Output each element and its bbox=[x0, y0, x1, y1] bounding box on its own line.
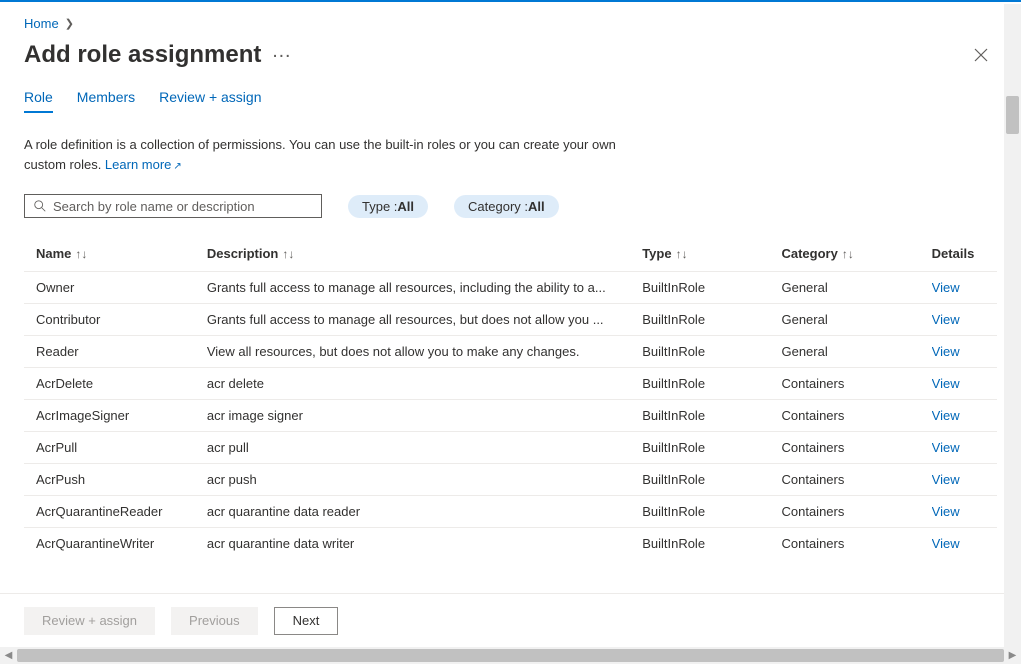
next-button[interactable]: Next bbox=[274, 607, 339, 635]
cell-type: BuiltInRole bbox=[642, 368, 781, 400]
review-assign-button[interactable]: Review + assign bbox=[24, 607, 155, 635]
scrollbar-thumb[interactable] bbox=[1006, 96, 1019, 134]
column-header-type[interactable]: Type↑↓ bbox=[642, 236, 781, 272]
cell-name: Contributor bbox=[24, 304, 207, 336]
cell-category: Containers bbox=[781, 400, 931, 432]
tab-members[interactable]: Members bbox=[77, 89, 135, 113]
scroll-right-icon[interactable]: ▶ bbox=[1004, 650, 1021, 661]
search-input-wrapper[interactable] bbox=[24, 194, 322, 218]
cell-type: BuiltInRole bbox=[642, 432, 781, 464]
cell-description: acr quarantine data reader bbox=[207, 496, 642, 528]
close-button[interactable] bbox=[965, 39, 997, 71]
cell-name: Reader bbox=[24, 336, 207, 368]
cell-name: AcrPull bbox=[24, 432, 207, 464]
scrollbar-vertical[interactable] bbox=[1004, 4, 1021, 647]
cell-name: Owner bbox=[24, 272, 207, 304]
filter-category[interactable]: Category : All bbox=[454, 195, 559, 218]
table-row[interactable]: Reader View all resources, but does not … bbox=[24, 336, 997, 368]
sort-icon: ↑↓ bbox=[842, 247, 854, 261]
cell-description: View all resources, but does not allow y… bbox=[207, 336, 642, 368]
cell-category: General bbox=[781, 304, 931, 336]
cell-description: Grants full access to manage all resourc… bbox=[207, 304, 642, 336]
sort-icon: ↑↓ bbox=[282, 247, 294, 261]
cell-category: Containers bbox=[781, 464, 931, 496]
roles-table: Name↑↓ Description↑↓ Type↑↓ Category↑↓ D… bbox=[24, 236, 997, 559]
table-row[interactable]: AcrQuarantineReader acr quarantine data … bbox=[24, 496, 997, 528]
table-row[interactable]: AcrDelete acr delete BuiltInRole Contain… bbox=[24, 368, 997, 400]
scrollbar-thumb[interactable] bbox=[17, 649, 1004, 662]
cell-type: BuiltInRole bbox=[642, 400, 781, 432]
cell-category: Containers bbox=[781, 496, 931, 528]
cell-name: AcrDelete bbox=[24, 368, 207, 400]
cell-type: BuiltInRole bbox=[642, 272, 781, 304]
cell-category: Containers bbox=[781, 432, 931, 464]
table-row[interactable]: AcrQuarantineWriter acr quarantine data … bbox=[24, 528, 997, 560]
search-input[interactable] bbox=[53, 199, 313, 214]
cell-name: AcrQuarantineWriter bbox=[24, 528, 207, 560]
view-link[interactable]: View bbox=[932, 376, 960, 391]
cell-type: BuiltInRole bbox=[642, 336, 781, 368]
breadcrumb: Home ❯ bbox=[24, 16, 997, 31]
cell-category: General bbox=[781, 336, 931, 368]
chevron-right-icon: ❯ bbox=[65, 17, 74, 30]
close-icon bbox=[974, 48, 988, 62]
view-link[interactable]: View bbox=[932, 312, 960, 327]
cell-description: acr pull bbox=[207, 432, 642, 464]
table-row[interactable]: AcrPull acr pull BuiltInRole Containers … bbox=[24, 432, 997, 464]
search-icon bbox=[33, 199, 47, 213]
external-link-icon: ↗ bbox=[173, 161, 181, 172]
view-link[interactable]: View bbox=[932, 472, 960, 487]
role-description-text: A role definition is a collection of per… bbox=[24, 135, 644, 174]
view-link[interactable]: View bbox=[932, 504, 960, 519]
view-link[interactable]: View bbox=[932, 536, 960, 551]
table-row[interactable]: AcrPush acr push BuiltInRole Containers … bbox=[24, 464, 997, 496]
page-title: Add role assignment bbox=[24, 41, 261, 69]
cell-name: AcrImageSigner bbox=[24, 400, 207, 432]
table-row[interactable]: Contributor Grants full access to manage… bbox=[24, 304, 997, 336]
sort-icon: ↑↓ bbox=[676, 247, 688, 261]
cell-description: acr image signer bbox=[207, 400, 642, 432]
cell-description: acr quarantine data writer bbox=[207, 528, 642, 560]
breadcrumb-home[interactable]: Home bbox=[24, 16, 59, 31]
column-header-category[interactable]: Category↑↓ bbox=[781, 236, 931, 272]
cell-description: Grants full access to manage all resourc… bbox=[207, 272, 642, 304]
previous-button[interactable]: Previous bbox=[171, 607, 258, 635]
view-link[interactable]: View bbox=[932, 440, 960, 455]
cell-description: acr push bbox=[207, 464, 642, 496]
cell-category: General bbox=[781, 272, 931, 304]
cell-name: AcrPush bbox=[24, 464, 207, 496]
view-link[interactable]: View bbox=[932, 344, 960, 359]
table-row[interactable]: Owner Grants full access to manage all r… bbox=[24, 272, 997, 304]
cell-description: acr delete bbox=[207, 368, 642, 400]
cell-name: AcrQuarantineReader bbox=[24, 496, 207, 528]
column-header-name[interactable]: Name↑↓ bbox=[24, 236, 207, 272]
cell-category: Containers bbox=[781, 368, 931, 400]
cell-type: BuiltInRole bbox=[642, 528, 781, 560]
cell-type: BuiltInRole bbox=[642, 304, 781, 336]
scrollbar-horizontal[interactable]: ◀ ▶ bbox=[0, 647, 1021, 664]
scroll-left-icon[interactable]: ◀ bbox=[0, 650, 17, 661]
column-header-details: Details bbox=[932, 236, 997, 272]
view-link[interactable]: View bbox=[932, 408, 960, 423]
cell-type: BuiltInRole bbox=[642, 464, 781, 496]
view-link[interactable]: View bbox=[932, 280, 960, 295]
cell-type: BuiltInRole bbox=[642, 496, 781, 528]
tab-role[interactable]: Role bbox=[24, 89, 53, 113]
tab-review-assign[interactable]: Review + assign bbox=[159, 89, 261, 113]
more-icon[interactable]: … bbox=[271, 41, 290, 69]
filter-type[interactable]: Type : All bbox=[348, 195, 428, 218]
column-header-description[interactable]: Description↑↓ bbox=[207, 236, 642, 272]
sort-icon: ↑↓ bbox=[75, 247, 87, 261]
tabs: Role Members Review + assign bbox=[24, 89, 997, 113]
cell-category: Containers bbox=[781, 528, 931, 560]
learn-more-link[interactable]: Learn more↗ bbox=[105, 157, 182, 172]
table-row[interactable]: AcrImageSigner acr image signer BuiltInR… bbox=[24, 400, 997, 432]
footer-bar: Review + assign Previous Next bbox=[0, 593, 1004, 647]
